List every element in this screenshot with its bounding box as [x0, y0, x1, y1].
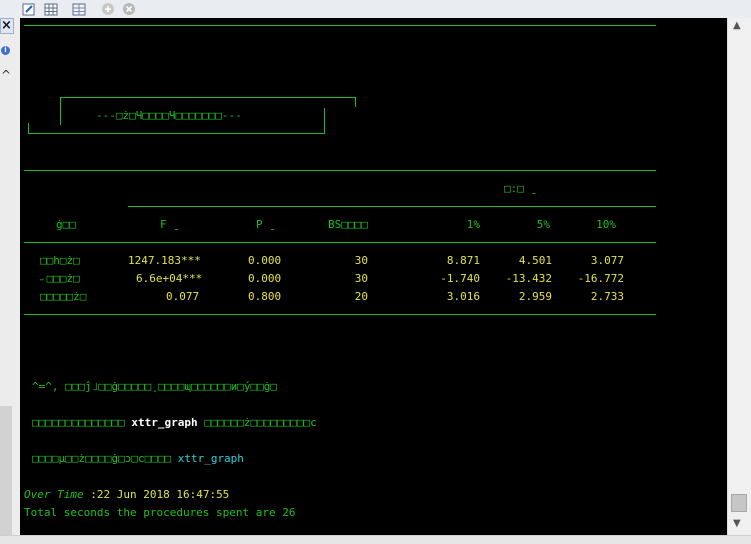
info-icon[interactable]: i	[1, 46, 10, 55]
results-window[interactable]: ---□ż□Ч□□□□Ч□□□□□□□--- □ː□ ˍ ġ□□ F ˍ P ˍ…	[20, 18, 727, 535]
table-icon[interactable]	[44, 1, 58, 16]
note-text: □□□□□□□□□□□□□□	[32, 416, 132, 429]
scroll-up-icon[interactable]: ▲	[733, 20, 741, 31]
grid-icon[interactable]	[72, 1, 86, 16]
crit-5pct: 4.501	[518, 254, 552, 267]
vertical-scrollbar[interactable]: ▲ ▼	[727, 18, 751, 535]
total-seconds-line: Total seconds the procedures spent are 2…	[24, 506, 296, 519]
row-label: □□h□ż□	[40, 254, 80, 267]
row-label: ˶□□□ż□	[40, 272, 80, 285]
note-line: ^=^, □□□ĵ˩□□ġ□□□□□¸□□□□ɰ□□□□□□и□ý□□ġ□	[32, 380, 278, 393]
command-link[interactable]: xttr_graph	[178, 452, 244, 465]
edit-icon[interactable]	[22, 1, 36, 16]
box-border	[28, 133, 325, 134]
f-stat: 6.6e+04***	[136, 272, 203, 285]
crit-1pct: 8.871	[446, 254, 480, 267]
table-top-rule	[24, 170, 656, 171]
group-header: □ː□ ˍ	[504, 182, 538, 195]
bs-count: 20	[354, 290, 368, 303]
col-header-variable: ġ□□	[56, 218, 76, 231]
left-panel: × i ^	[0, 18, 21, 543]
box-border	[324, 108, 325, 134]
top-rule	[24, 25, 656, 26]
col-header-f: F ˍ	[160, 218, 180, 231]
crit-1pct: 3.016	[446, 290, 480, 303]
bs-count: 30	[354, 254, 368, 267]
scroll-thumb[interactable]	[731, 494, 747, 512]
header-rule	[24, 242, 656, 243]
crit-10pct: -16.772	[577, 272, 624, 285]
command-link[interactable]: xttr_graph	[131, 416, 197, 429]
toolbar	[0, 0, 751, 19]
close-icon[interactable]: ×	[0, 18, 14, 34]
banner-title: ---□ż□Ч□□□□Ч□□□□□□□---	[96, 109, 242, 122]
add-circle-icon[interactable]	[101, 1, 115, 15]
f-stat: 0.077	[166, 290, 200, 303]
row-label: □□□□□ż□	[40, 290, 87, 303]
note-line: □□□□µ□□ż□□□□ġ□ɔ□с□□□□ xttr_graph	[32, 452, 244, 465]
chevron-up-icon[interactable]: ^	[1, 68, 11, 82]
crit-10pct: 3.077	[590, 254, 624, 267]
col-header-1pct: 1%	[466, 218, 480, 231]
box-border	[60, 97, 356, 98]
table-bottom-rule	[24, 314, 656, 315]
note-text: □□□□□□ż□□□□□□□□□с	[197, 416, 317, 429]
col-header-bs: BS□□□□	[328, 218, 368, 231]
p-value: 0.000	[248, 272, 282, 285]
box-border	[28, 123, 29, 134]
crit-10pct: 2.733	[590, 290, 624, 303]
note-line: □□□□□□□□□□□□□□ xttr_graph □□□□□□ż□□□□□□□…	[32, 416, 317, 429]
p-value: 0.000	[248, 254, 282, 267]
crit-5pct: -13.432	[505, 272, 552, 285]
col-header-p: P ˍ	[256, 218, 276, 231]
close-circle-icon[interactable]	[122, 1, 136, 15]
crit-1pct: -1.740	[440, 272, 480, 285]
f-stat: 1247.183***	[128, 254, 201, 267]
over-time-line: Over Time :22 Jun 2018 16:47:55	[24, 488, 229, 501]
box-border	[60, 97, 61, 125]
scroll-down-icon[interactable]: ▼	[733, 518, 741, 529]
crit-5pct: 2.959	[518, 290, 552, 303]
panel-edge	[0, 406, 12, 543]
group-rule	[128, 206, 656, 207]
p-value: 0.800	[248, 290, 282, 303]
box-border	[355, 97, 356, 107]
over-time-value: :22 Jun 2018 16:47:55	[90, 488, 230, 501]
col-header-10pct: 10%	[596, 218, 616, 231]
over-time-label: Over Time	[24, 488, 91, 501]
note-text: □□□□µ□□ż□□□□ġ□ɔ□с□□□□	[32, 452, 178, 465]
col-header-5pct: 5%	[536, 218, 550, 231]
bs-count: 30	[354, 272, 368, 285]
